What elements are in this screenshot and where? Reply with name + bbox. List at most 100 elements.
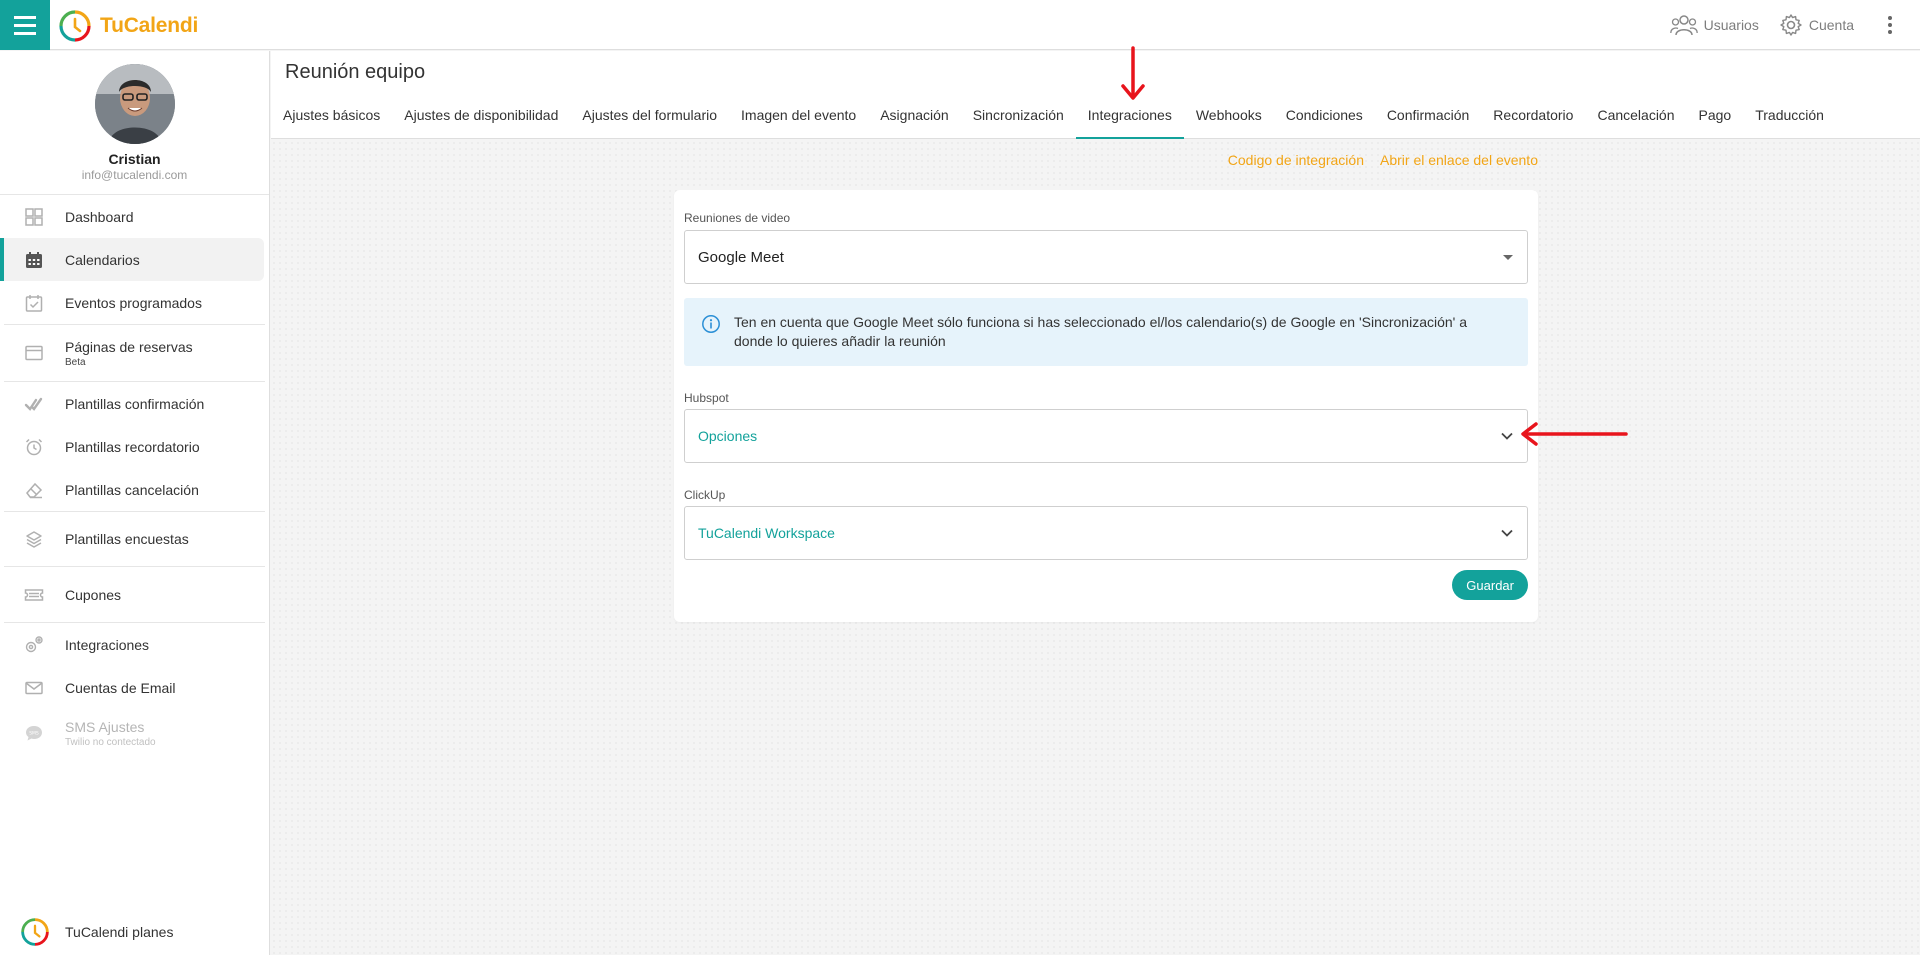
users-menu[interactable]: Usuarios (1669, 13, 1759, 37)
clickup-value: TuCalendi Workspace (698, 525, 835, 541)
tab-asignacion[interactable]: Asignación (868, 89, 961, 139)
event-header: Reunión equipo Ajustes básicos Ajustes d… (271, 51, 1920, 139)
ticket-icon (24, 588, 44, 601)
hamburger-icon (14, 23, 36, 27)
google-meet-info-alert: Ten en cuenta que Google Meet sólo funci… (684, 298, 1528, 366)
user-profile: Cristian info@tucalendi.com (0, 51, 269, 194)
sidebar-item-cupones[interactable]: Cupones (0, 567, 269, 622)
calendar-icon (26, 251, 42, 268)
tab-ajustes-disponibilidad[interactable]: Ajustes de disponibilidad (392, 89, 570, 139)
tab-recordatorio[interactable]: Recordatorio (1481, 89, 1585, 139)
info-icon (702, 315, 720, 333)
plans-link[interactable]: TuCalendi planes (0, 908, 269, 955)
event-links: Codigo de integración Abrir el enlace de… (1228, 152, 1538, 168)
sidebar-item-integraciones[interactable]: Integraciones (0, 623, 269, 666)
sidebar-item-label: Calendarios (65, 251, 140, 268)
sidebar-item-label: Cuentas de Email (65, 679, 176, 696)
sidebar-item-label: Plantillas recordatorio (65, 438, 200, 455)
tab-pago[interactable]: Pago (1687, 89, 1744, 139)
account-menu[interactable]: Cuenta (1779, 13, 1854, 37)
sidebar-item-calendarios[interactable]: Calendarios (0, 238, 264, 281)
tab-ajustes-basicos[interactable]: Ajustes básicos (271, 89, 392, 139)
sms-bubble-icon: SMS (26, 726, 42, 741)
integrations-card: Reuniones de video Google Meet Ten en cu… (674, 190, 1538, 622)
tab-webhooks[interactable]: Webhooks (1184, 89, 1274, 139)
sidebar-item-label: Eventos programados (65, 294, 202, 311)
users-icon (1669, 15, 1698, 36)
main-content: Codigo de integración Abrir el enlace de… (271, 140, 1920, 955)
tab-cancelacion[interactable]: Cancelación (1585, 89, 1686, 139)
video-meetings-select[interactable]: Google Meet (684, 230, 1528, 284)
brand-name-end: i (192, 14, 199, 37)
hubspot-value: Opciones (698, 428, 758, 444)
layers-icon (26, 531, 42, 548)
sidebar-item-label: Plantillas encuestas (65, 531, 189, 547)
sidebar-item-label: SMS Ajustes (65, 718, 145, 735)
sidebar-item-label: Plantillas confirmación (65, 395, 205, 412)
tab-traduccion[interactable]: Traducción (1743, 89, 1836, 139)
brand-name-main: TuCalend (100, 14, 193, 37)
gear-icon (1780, 14, 1802, 36)
sidebar-item-plantillas-encuestas[interactable]: Plantillas encuestas (0, 512, 269, 566)
integration-code-link[interactable]: Codigo de integración (1228, 152, 1364, 168)
sidebar: Cristian info@tucalendi.com Dashboard Ca… (0, 51, 270, 955)
tab-bar: Ajustes básicos Ajustes de disponibilida… (271, 89, 1836, 139)
sidebar-item-plantillas-confirmacion[interactable]: Plantillas confirmación (0, 382, 269, 425)
sidebar-item-label: Páginas de reservas (65, 338, 193, 355)
brand[interactable]: TuCalendi (58, 9, 198, 43)
sidebar-item-sms-ajustes[interactable]: SMS SMS Ajustes Twilio no contectado (0, 709, 269, 757)
brand-name: TuCalendi (100, 14, 198, 38)
video-meetings-label: Reuniones de video (684, 211, 791, 225)
gears-icon (25, 635, 43, 652)
plans-label: TuCalendi planes (65, 923, 174, 940)
clickup-label: ClickUp (684, 488, 726, 502)
tab-sincronizacion[interactable]: Sincronización (961, 89, 1076, 139)
chevron-down-icon (1501, 529, 1513, 537)
page-title: Reunión equipo (285, 61, 426, 83)
tucalendi-logo-icon (59, 10, 91, 42)
avatar[interactable] (94, 64, 175, 144)
tab-integraciones[interactable]: Integraciones (1075, 89, 1184, 139)
save-button[interactable]: Guardar (1452, 570, 1528, 600)
hubspot-label: Hubspot (684, 391, 729, 405)
sidebar-item-dashboard[interactable]: Dashboard (0, 195, 269, 238)
tab-condiciones[interactable]: Condiciones (1274, 89, 1375, 139)
sidebar-nav: Dashboard Calendarios Eventos programado… (0, 194, 269, 757)
svg-text:SMS: SMS (29, 731, 39, 737)
beta-badge: Beta (65, 356, 86, 368)
sidebar-item-cuentas-email[interactable]: Cuentas de Email (0, 666, 269, 709)
top-bar: TuCalendi Usuarios Cuenta (0, 0, 1920, 50)
sidebar-item-plantillas-cancelacion[interactable]: Plantillas cancelación (0, 468, 269, 511)
calendar-check-icon (25, 294, 43, 312)
clickup-select[interactable]: TuCalendi Workspace (684, 506, 1528, 560)
chevron-down-icon (1501, 432, 1513, 440)
profile-email: info@tucalendi.com (81, 168, 188, 182)
sidebar-item-label: Cupones (65, 586, 122, 603)
alarm-clock-icon (25, 438, 43, 455)
profile-name: Cristian (108, 151, 161, 167)
more-options-icon[interactable] (1880, 16, 1900, 34)
sidebar-item-label: Dashboard (65, 208, 134, 225)
hubspot-select[interactable]: Opciones (684, 409, 1528, 463)
open-event-link[interactable]: Abrir el enlace del evento (1380, 152, 1538, 168)
menu-toggle-button[interactable] (0, 0, 50, 50)
sidebar-item-plantillas-recordatorio[interactable]: Plantillas recordatorio (0, 425, 269, 468)
double-check-icon (24, 397, 43, 411)
users-label: Usuarios (1703, 17, 1759, 33)
tucalendi-logo-icon (21, 917, 49, 946)
tab-imagen-evento[interactable]: Imagen del evento (729, 89, 868, 139)
sidebar-item-label: Integraciones (65, 636, 150, 653)
info-text: Ten en cuenta que Google Meet sólo funci… (734, 314, 1468, 349)
tab-ajustes-formulario[interactable]: Ajustes del formulario (570, 89, 729, 139)
caret-down-icon (1503, 255, 1513, 260)
video-meetings-value: Google Meet (698, 248, 784, 266)
sidebar-item-label: Plantillas cancelación (65, 481, 199, 498)
grid-icon (25, 207, 43, 226)
account-label: Cuenta (1808, 17, 1854, 33)
sidebar-item-paginas-reservas[interactable]: Páginas de reservas Beta (0, 325, 269, 381)
browser-window-icon (25, 345, 43, 361)
envelope-icon (25, 681, 43, 694)
tab-confirmacion[interactable]: Confirmación (1375, 89, 1481, 139)
sidebar-item-eventos-programados[interactable]: Eventos programados (0, 281, 269, 324)
eraser-icon (26, 482, 43, 498)
